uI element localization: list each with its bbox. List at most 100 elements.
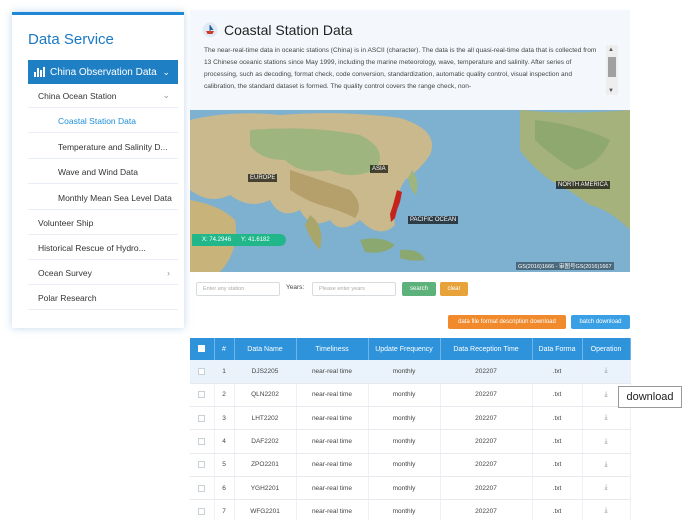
download-icon[interactable]: ⤓ [604,461,607,468]
table-row[interactable]: 1 DJS2205 near-real time monthly 202207 .txt ⤓ [190,360,631,384]
data-name-cell: DAF2202 [234,429,297,454]
row-checkbox[interactable] [198,461,206,469]
row-number: 4 [214,429,235,454]
operation-cell[interactable]: ⤓ [582,476,631,501]
sidebar-item-temperature-salinity[interactable]: Temperature and Salinity D... [28,135,178,159]
scroll-thumb[interactable] [608,57,616,77]
table-row[interactable]: 6 YGH2201 near-real time monthly 202207 .txt ⤓ [190,476,631,501]
download-icon[interactable]: ⤓ [604,367,607,374]
row-checkbox-cell[interactable] [190,360,215,384]
row-checkbox[interactable] [198,414,206,422]
row-checkbox-cell[interactable] [190,499,215,520]
data-name-cell: YGH2201 [234,476,297,501]
update-frequency-cell: monthly [368,453,441,477]
reception-time-cell: 202207 [440,476,533,501]
operation-cell[interactable]: ⤓ [582,499,631,520]
description-scrollbar[interactable]: ▲ ▼ [606,45,618,95]
column-header: Timeliness [296,338,369,360]
chevron-down-icon: ⌄ [162,66,170,77]
row-checkbox[interactable] [198,484,206,492]
download-icon[interactable]: ⤓ [604,484,607,491]
operation-cell[interactable]: ⤓ [582,429,631,454]
timeliness-cell: near-real time [296,429,369,454]
timeliness-cell: near-real time [296,360,369,384]
map-label-europe: EUROPE [248,174,278,182]
sidebar-item-historical-rescue[interactable]: Historical Rescue of Hydro... [28,236,178,260]
operation-cell[interactable]: ⤓ [582,360,631,384]
table-row[interactable]: 2 QLN2202 near-real time monthly 202207 .txt ⤓ [190,383,631,408]
timeliness-cell: near-real time [296,406,369,431]
sidebar-item-label: Polar Research [38,292,97,303]
column-header: # [214,338,235,360]
row-checkbox-cell[interactable] [190,453,215,477]
station-search-input[interactable]: Enter any station [196,282,280,296]
data-format-cell: .txt [532,360,583,384]
sidebar-item-ocean-survey[interactable]: Ocean Survey › [28,261,178,285]
row-checkbox-cell[interactable] [190,476,215,501]
row-number: 7 [214,499,235,520]
format-description-download-button[interactable]: data file format description download [448,315,566,329]
years-input[interactable]: Please enter years [312,282,396,296]
sidebar: Data Service China Observation Data ⌄ Ch… [12,12,184,328]
station-map[interactable] [190,110,630,272]
table-row[interactable]: 5 ZPO2201 near-real time monthly 202207 .txt ⤓ [190,453,631,477]
sidebar-item-monthly-sea-level[interactable]: Monthly Mean Sea Level Data [28,186,178,210]
sidebar-item-china-ocean-station[interactable]: China Ocean Station ⌄ [28,84,178,108]
coord-x: X: 74.2946 [202,237,232,243]
ship-icon [202,22,218,38]
data-format-cell: .txt [532,383,583,408]
column-header: Data Name [234,338,297,360]
row-number: 2 [214,383,235,408]
row-checkbox[interactable] [198,507,206,515]
operation-cell[interactable]: ⤓ [582,406,631,431]
row-checkbox[interactable] [198,367,206,375]
chevron-right-icon: › [167,267,170,278]
table-header-row: # Data Name Timeliness Update Frequency … [190,338,631,360]
sidebar-item-wave-wind[interactable]: Wave and Wind Data [28,160,178,184]
column-header: Update Frequency [368,338,441,360]
years-label: Years: [286,284,305,291]
scroll-up-icon[interactable]: ▲ [608,47,614,53]
sidebar-item-coastal-station-data[interactable]: Coastal Station Data [28,109,178,133]
table-row[interactable]: 4 DAF2202 near-real time monthly 202207 .txt ⤓ [190,429,631,454]
timeliness-cell: near-real time [296,383,369,408]
table-row[interactable]: 7 WFG2201 near-real time monthly 202207 .txt ⤓ [190,499,631,520]
operation-cell[interactable]: ⤓ [582,453,631,477]
data-format-cell: .txt [532,429,583,454]
scroll-down-icon[interactable]: ▼ [608,88,614,94]
data-format-cell: .txt [532,406,583,431]
search-button[interactable]: search [402,282,436,296]
download-icon[interactable]: ⤓ [604,438,607,445]
sidebar-section-china-observation[interactable]: China Observation Data ⌄ [28,60,178,84]
sidebar-item-label: Volunteer Ship [38,217,94,228]
map-label-pacific: PACIFIC OCEAN [408,216,459,224]
select-all-cell[interactable] [190,338,215,360]
download-icon[interactable]: ⤓ [604,507,607,514]
row-checkbox-cell[interactable] [190,406,215,431]
row-checkbox[interactable] [198,391,206,399]
data-table: # Data Name Timeliness Update Frequency … [190,338,631,520]
row-checkbox-cell[interactable] [190,429,215,454]
reception-time-cell: 202207 [440,383,533,408]
row-number: 3 [214,406,235,431]
map-canvas[interactable] [190,110,630,272]
column-header: Data Forma [532,338,583,360]
coordinate-readout: X: 74.2946 Y: 41.6182 [192,234,286,246]
row-number: 6 [214,476,235,501]
batch-download-button[interactable]: batch download [571,315,630,329]
clear-button[interactable]: clear [440,282,468,296]
data-format-cell: .txt [532,499,583,520]
row-number: 1 [214,360,235,384]
download-icon[interactable]: ⤓ [604,391,607,398]
select-all-checkbox[interactable] [198,345,206,353]
row-checkbox[interactable] [198,437,206,445]
row-checkbox-cell[interactable] [190,383,215,408]
table-row[interactable]: 3 LHT2202 near-real time monthly 202207 .txt ⤓ [190,406,631,431]
data-name-cell: QLN2202 [234,383,297,408]
download-icon[interactable]: ⤓ [604,414,607,421]
sidebar-item-polar-research[interactable]: Polar Research [28,286,178,310]
sidebar-item-volunteer-ship[interactable]: Volunteer Ship [28,211,178,235]
sidebar-item-label: Coastal Station Data [58,115,136,126]
update-frequency-cell: monthly [368,499,441,520]
map-label-asia: ASIA [370,165,388,173]
